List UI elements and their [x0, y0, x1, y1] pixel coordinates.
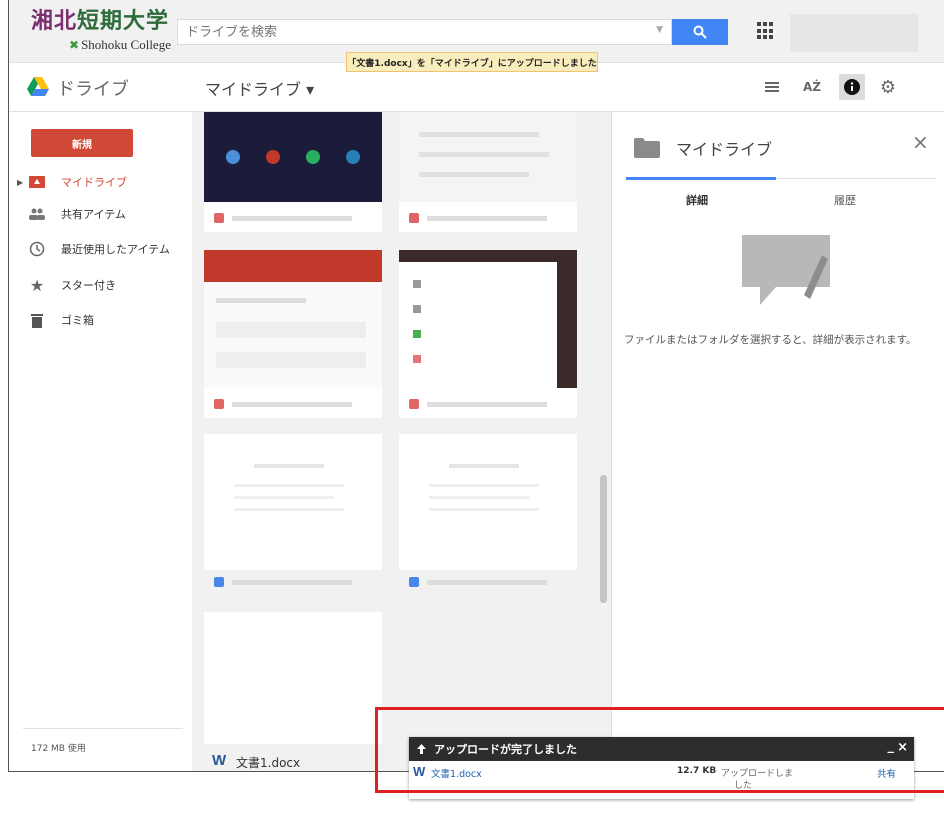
star-icon: ★: [29, 275, 45, 295]
file-tile[interactable]: [204, 250, 382, 418]
sort-az-icon[interactable]: AŻ: [801, 76, 823, 98]
list-view-icon[interactable]: [761, 76, 783, 98]
location-dropdown[interactable]: マイドライブ ▾: [205, 76, 314, 100]
scrollbar-track[interactable]: [597, 112, 611, 771]
tab-details[interactable]: 詳細: [686, 192, 708, 208]
sidebar-item-shared[interactable]: 共有アイテム: [9, 199, 191, 229]
search-options-icon[interactable]: ▼: [656, 25, 663, 35]
tab-activity[interactable]: 履歴: [834, 192, 856, 208]
active-tab-indicator: [626, 177, 776, 180]
drive-window: 湘北短期大学 ✖Shohoku College ▼ 「文書1.docx」を「マイ…: [8, 0, 944, 772]
search-input[interactable]: [178, 20, 664, 44]
settings-gear-icon[interactable]: ⚙: [877, 76, 899, 98]
file-name-blurred: [399, 392, 577, 418]
file-thumbnail: [204, 434, 382, 566]
logo-english: ✖ Shohoku College: [69, 37, 171, 52]
search-box[interactable]: ▼: [177, 19, 672, 45]
upload-notification-toast: 「文書1.docx」を「マイドライブ」にアップロードしました: [346, 52, 598, 72]
file-tile[interactable]: [399, 250, 577, 418]
close-icon[interactable]: ×: [912, 130, 929, 154]
sidebar-item-my-drive[interactable]: ▶ マイドライブ: [9, 167, 191, 197]
file-tile[interactable]: [399, 112, 577, 232]
expand-caret-icon[interactable]: ▶: [17, 178, 23, 187]
highlight-annotation-box: [375, 707, 944, 793]
word-doc-icon: W: [212, 752, 227, 769]
file-tile[interactable]: [204, 434, 382, 596]
search-button[interactable]: [672, 19, 728, 45]
file-name-blurred: [399, 206, 577, 232]
sidebar: 新規 ▶ マイドライブ 共有アイテム 最近使用したアイテム ★ スター付き ゴミ…: [9, 112, 191, 771]
file-thumbnail: [204, 612, 382, 744]
file-name-blurred: [399, 570, 577, 596]
logo-japanese: 湘北短期大学: [31, 8, 170, 34]
file-thumbnail: [204, 112, 382, 202]
search-icon: [693, 25, 707, 39]
file-name-blurred: [204, 392, 382, 418]
scrollbar-thumb[interactable]: [600, 475, 607, 603]
details-empty-message: ファイルまたはフォルダを選択すると、詳細が表示されます。: [624, 334, 917, 346]
file-grid: W 文書1.docx: [192, 112, 610, 771]
account-area[interactable]: [790, 14, 918, 52]
sidebar-item-recent[interactable]: 最近使用したアイテム: [9, 234, 191, 264]
file-thumbnail: [399, 250, 577, 388]
file-name: 文書1.docx: [236, 756, 301, 770]
apps-grid-icon[interactable]: [757, 22, 775, 40]
divider: [23, 728, 183, 729]
details-title: マイドライブ: [676, 140, 773, 159]
sidebar-item-trash[interactable]: ゴミ箱: [9, 305, 191, 335]
file-thumbnail: [399, 434, 577, 566]
drive-folder-icon: [29, 174, 45, 190]
storage-quota: 172 MB 使用: [31, 744, 86, 754]
details-panel: マイドライブ × 詳細 履歴 ファイルまたはフォルダを選択すると、詳細が表示され…: [611, 112, 944, 771]
drive-logo-icon[interactable]: [27, 77, 49, 97]
details-toggle-button[interactable]: [839, 74, 865, 100]
file-tile[interactable]: [204, 112, 382, 232]
file-thumbnail: [399, 112, 577, 202]
new-button[interactable]: 新規: [31, 129, 133, 157]
comment-edit-icon: [742, 235, 830, 307]
file-name-blurred: [204, 570, 382, 596]
college-logo[interactable]: 湘北短期大学 ✖ Shohoku College: [19, 3, 179, 59]
file-thumbnail: [204, 250, 382, 388]
sidebar-item-starred[interactable]: ★ スター付き: [9, 270, 191, 300]
trash-icon: [29, 312, 45, 328]
file-name-blurred: [204, 206, 382, 232]
file-tile-new-document[interactable]: W 文書1.docx: [204, 612, 382, 771]
people-icon: [29, 206, 45, 222]
info-icon: [844, 79, 860, 95]
folder-icon: [634, 138, 660, 158]
leaf-icon: ✖: [69, 38, 80, 52]
file-tile[interactable]: [399, 434, 577, 596]
clock-icon: [29, 241, 45, 257]
drive-title[interactable]: ドライブ: [57, 75, 129, 101]
